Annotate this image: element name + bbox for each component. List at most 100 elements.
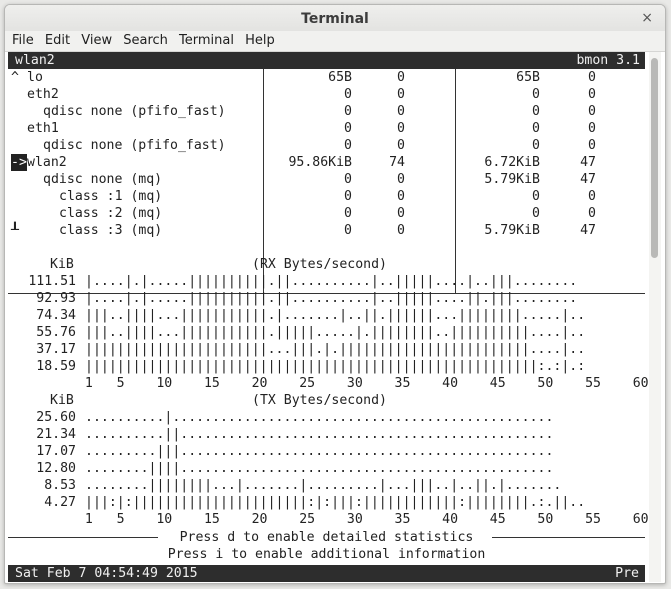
rx-packets: 0 xyxy=(397,87,405,102)
interface-row[interactable]: class :1 (mq) 0 0 0 0 xyxy=(8,188,645,205)
terminal-window: Terminal × File Edit View Search Termina… xyxy=(4,4,666,584)
interface-name: class :2 (mq) xyxy=(59,206,163,221)
tx-rate: 0 xyxy=(532,138,540,153)
row-marker: ┸ xyxy=(11,223,19,238)
graph-x-axis: 1 5 10 15 20 25 30 35 40 45 50 55 60 xyxy=(69,376,649,391)
close-icon[interactable]: × xyxy=(641,10,653,26)
tx-packets: 0 xyxy=(588,104,596,119)
rx-rate: 0 xyxy=(344,189,352,204)
status-right-text: Pre xyxy=(615,566,639,581)
rx-rate: 65B xyxy=(328,70,352,85)
interface-name: eth2 xyxy=(27,87,59,102)
interface-row[interactable]: qdisc none (mq) 0 0 5.79KiB 47 xyxy=(8,171,645,188)
interface-row[interactable]: qdisc none (pfifo_fast) 0 0 0 0 xyxy=(8,137,645,154)
rx-rate: 0 xyxy=(344,206,352,221)
interface-name: qdisc none (pfifo_fast) xyxy=(43,138,226,153)
tx-packets: 47 xyxy=(580,223,596,238)
graph-bar-row: |||..||||...|||||||||||.|||||.....|.||||… xyxy=(85,325,586,340)
rx-packets: 0 xyxy=(397,138,405,153)
graph-bar-row: .........|||............................… xyxy=(85,444,554,459)
tx-packets: 47 xyxy=(580,155,596,170)
graph-y-label: 8.53 xyxy=(44,478,76,493)
graph-bar-row: ........||||||||...|.......|.........|..… xyxy=(85,478,562,493)
graph-bar-row: |....|.|.....||||||||||.||..........|..|… xyxy=(85,291,578,306)
hint-rule-right xyxy=(492,537,645,538)
rx-rate: 0 xyxy=(344,138,352,153)
tx-packets: 47 xyxy=(580,172,596,187)
graph-title: (RX Bytes/second) xyxy=(252,257,387,272)
graph-unit-label: KiB xyxy=(50,393,74,408)
tx-rate: 5.79KiB xyxy=(484,172,540,187)
graph-x-axis: 1 5 10 15 20 25 30 35 40 45 50 55 60 xyxy=(69,512,649,527)
interface-row[interactable]: -> wlan2 95.86KiB 74 6.72KiB 47 xyxy=(8,154,645,171)
graph-bar-row: ||||||||||||||||||||||||||||||||||||||||… xyxy=(85,359,586,374)
graph-bar-row: ..........||............................… xyxy=(85,427,554,442)
tx-rate: 65B xyxy=(516,70,540,85)
graph-y-label: 17.07 xyxy=(36,444,76,459)
interface-row[interactable]: qdisc none (pfifo_fast) 0 0 0 0 xyxy=(8,103,645,120)
menu-edit[interactable]: Edit xyxy=(45,31,70,48)
menu-search[interactable]: Search xyxy=(123,31,168,48)
tx-rate: 0 xyxy=(532,189,540,204)
status-datetime: Sat Feb 7 04:54:49 2015 xyxy=(15,566,198,581)
menu-help[interactable]: Help xyxy=(245,31,275,48)
tx-packets: 0 xyxy=(588,70,596,85)
interface-name: lo xyxy=(27,70,43,85)
tx-packets: 0 xyxy=(588,87,596,102)
tx-packets: 0 xyxy=(588,189,596,204)
rx-rate: 0 xyxy=(344,223,352,238)
rx-packets: 0 xyxy=(397,189,405,204)
graph-y-label: 74.34 xyxy=(36,308,76,323)
interface-row[interactable]: ^ lo 65B 0 65B 0 xyxy=(8,69,645,86)
app-version: bmon 3.1 xyxy=(576,53,640,68)
interface-row[interactable]: ┸ class :3 (mq) 0 0 5.79KiB 47 xyxy=(8,222,645,239)
menu-view[interactable]: View xyxy=(81,31,112,48)
graph-y-label: 21.34 xyxy=(36,427,76,442)
scrollbar-thumb[interactable] xyxy=(651,58,658,258)
graph-unit-label: KiB xyxy=(50,257,74,272)
menu-terminal[interactable]: Terminal xyxy=(179,31,234,48)
rx-rate: 95.86KiB xyxy=(288,155,352,170)
graph-y-label: 4.27 xyxy=(44,495,76,510)
tx-packets: 0 xyxy=(588,206,596,221)
rx-rate: 0 xyxy=(344,87,352,102)
rx-rate: 0 xyxy=(344,172,352,187)
window-title: Terminal xyxy=(301,11,369,27)
tx-packets: 0 xyxy=(588,121,596,136)
interface-name: class :1 (mq) xyxy=(59,189,163,204)
graph-y-label: 12.80 xyxy=(36,461,76,476)
graph-y-label: 18.59 xyxy=(36,359,76,374)
rx-packets: 0 xyxy=(397,70,405,85)
tx-rate: 0 xyxy=(532,206,540,221)
graph-bar-row: |||:|:||||||||||||||||||||||:|:|||:|||||… xyxy=(85,495,586,510)
tx-rate: 5.79KiB xyxy=(484,223,540,238)
graph-y-label: 55.76 xyxy=(36,325,76,340)
graph-bar-row: ........||||............................… xyxy=(85,461,554,476)
graph-bar-row: |....|.|.....||||||||||.||..........|..|… xyxy=(85,274,578,289)
rx-packets: 0 xyxy=(397,121,405,136)
tx-rate: 0 xyxy=(532,87,540,102)
hint-additional-info: Press i to enable additional information xyxy=(167,547,486,562)
row-marker: -> xyxy=(11,154,27,171)
menu-file[interactable]: File xyxy=(12,31,34,48)
graph-y-label: 92.93 xyxy=(36,291,76,306)
interface-name: eth1 xyxy=(27,121,59,136)
interface-row[interactable]: class :2 (mq) 0 0 0 0 xyxy=(8,205,645,222)
terminal-content[interactable]: wlan2 bmon 3.1 ^ lo 65B 0 65B 0 eth2 0 0 0 0 qdisc … xyxy=(8,52,649,582)
rx-rate: 0 xyxy=(344,104,352,119)
tx-packets: 0 xyxy=(588,138,596,153)
graph-title: (TX Bytes/second) xyxy=(252,393,387,408)
menu-bar: File Edit View Search Terminal Help xyxy=(5,31,665,52)
rx-packets: 0 xyxy=(397,104,405,119)
interface-row[interactable]: eth1 0 0 0 0 xyxy=(8,120,645,137)
interface-name: qdisc none (mq) xyxy=(43,172,163,187)
graph-y-label: 111.51 xyxy=(28,274,76,289)
interface-row[interactable]: eth2 0 0 0 0 xyxy=(8,86,645,103)
tx-rate: 0 xyxy=(532,121,540,136)
graph-y-label: 25.60 xyxy=(36,410,76,425)
scrollbar[interactable] xyxy=(649,52,661,582)
interface-name: qdisc none (pfifo_fast) xyxy=(43,104,226,119)
bmon-header: wlan2 bmon 3.1 xyxy=(8,52,645,69)
interface-name: wlan2 xyxy=(27,155,67,170)
title-bar: Terminal × xyxy=(5,5,665,31)
